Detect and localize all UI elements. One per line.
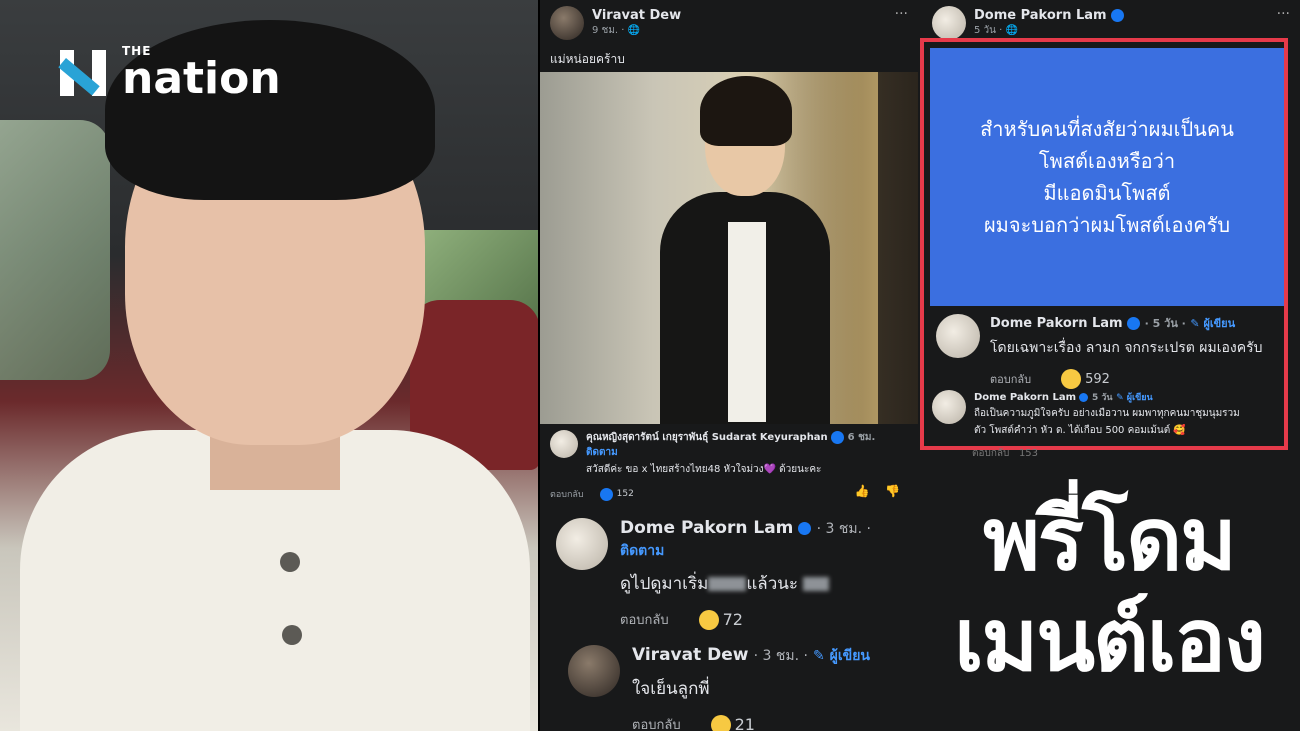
- reaction-count: 21: [734, 715, 755, 731]
- facebook-post-screenshot: Viravat Dew 9 ชม. · 🌐 ··· แม่หน่อยคร้าบ …: [540, 0, 918, 731]
- reaction-count: 152: [616, 489, 634, 499]
- post-time: 9 ชม. ·: [592, 25, 628, 36]
- nation-logo-icon: [58, 50, 112, 96]
- comment-time: · 3 ชม. ·: [753, 648, 808, 664]
- comment: คุณหญิงสุดารัตน์ เกยุราพันธุ์ Sudarat Ke…: [550, 430, 910, 501]
- comment-time: · 3 ชม. ·: [816, 521, 871, 537]
- avatar[interactable]: [568, 645, 620, 697]
- reply-link[interactable]: ตอบกลับ: [632, 714, 681, 731]
- headline-line: พรี่โดม: [983, 490, 1237, 590]
- haha-reaction-icon: [698, 609, 719, 630]
- avatar[interactable]: [550, 6, 584, 40]
- like-reaction-icon: [599, 487, 613, 501]
- facebook-post-screenshot-right: Dome Pakorn Lam 5 วัน · 🌐 ··· สำหรับคนที…: [918, 0, 1300, 731]
- avatar[interactable]: [550, 430, 578, 458]
- comment-time: 6 ชม.: [847, 432, 876, 443]
- reply-link[interactable]: ตอบกลับ: [972, 448, 1009, 459]
- globe-icon: 🌐: [1005, 25, 1018, 36]
- comment-text: ดูไปดูมาเริ่ม: [620, 574, 709, 594]
- avatar[interactable]: [556, 518, 608, 570]
- the-nation-logo: THE nation: [58, 45, 281, 104]
- comment-text: สวัสดีค่ะ ขอ x ไทยสร้างไทย48 หัวใจม่วง💜 …: [586, 464, 822, 475]
- shirt-button: [282, 625, 302, 645]
- shirt-button: [280, 552, 300, 572]
- blurred-word: [803, 577, 830, 591]
- follow-link[interactable]: ติดตาม: [586, 445, 875, 460]
- reply-link[interactable]: ตอบกลับ: [620, 609, 669, 630]
- avatar[interactable]: [932, 6, 966, 40]
- reaction-count: 72: [722, 610, 743, 629]
- post-photo[interactable]: [540, 72, 918, 424]
- comment-actions: ตอบกลับ 153: [972, 446, 1038, 461]
- post-author[interactable]: Dome Pakorn Lam: [974, 8, 1107, 23]
- verified-icon: [831, 430, 845, 444]
- comment: Viravat Dew · 3 ชม. · ✎ ผู้เขียน ใจเย็นล…: [568, 645, 910, 731]
- verified-icon: [798, 522, 812, 535]
- post-caption: แม่หน่อยคร้าบ: [550, 52, 625, 66]
- post-author[interactable]: Viravat Dew: [592, 8, 681, 23]
- reply-link[interactable]: ตอบกลับ: [550, 487, 584, 501]
- haha-reaction-icon: [710, 714, 731, 731]
- headline: พรี่โดม เมนต์เอง: [918, 490, 1300, 693]
- post-header: Dome Pakorn Lam 5 วัน · 🌐: [932, 6, 1125, 40]
- post-time: 5 วัน ·: [974, 25, 1006, 36]
- highlight-box: [920, 38, 1288, 450]
- car-window: [0, 120, 110, 380]
- more-options-icon[interactable]: ···: [1277, 6, 1290, 22]
- comment: Dome Pakorn Lam · 3 ชม. · ติดตาม ดูไปดูม…: [556, 518, 910, 630]
- globe-icon: 🌐: [627, 25, 641, 36]
- follow-link[interactable]: ติดตาม: [620, 543, 664, 559]
- comment-author[interactable]: คุณหญิงสุดารัตน์ เกยุราพันธุ์ Sudarat Ke…: [586, 432, 828, 443]
- thumbs-down-icon[interactable]: 👎: [885, 484, 900, 498]
- more-options-icon[interactable]: ···: [895, 6, 908, 22]
- post-header: Viravat Dew 9 ชม. · 🌐: [550, 6, 681, 40]
- reaction-count: 153: [1018, 448, 1039, 459]
- comment-text-end: แล้วนะ: [746, 574, 799, 594]
- thumbs-up-icon[interactable]: 👍: [855, 484, 870, 498]
- comment-author[interactable]: Dome Pakorn Lam: [620, 518, 793, 538]
- comment-author[interactable]: Viravat Dew: [632, 645, 749, 665]
- blurred-word: [708, 577, 747, 591]
- comment-text: ใจเย็นลูกพี่: [632, 679, 710, 699]
- author-badge: ✎ ผู้เขียน: [813, 648, 870, 664]
- logo-nation-text: nation: [122, 53, 281, 104]
- verified-icon: [1111, 9, 1125, 22]
- headline-line: เมนต์เอง: [954, 591, 1266, 692]
- video-frame-photo: THE nation: [0, 0, 540, 731]
